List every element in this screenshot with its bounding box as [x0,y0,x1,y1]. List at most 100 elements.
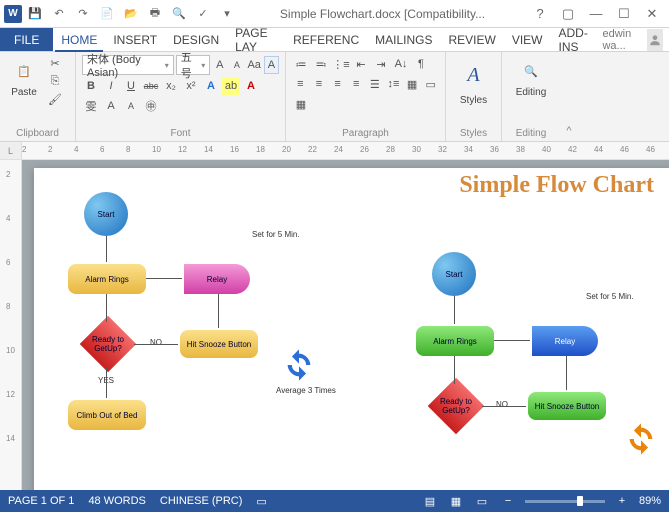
grow-font-button[interactable]: A [212,56,227,74]
help-button[interactable]: ? [527,3,553,25]
borders-button[interactable]: ▭ [422,75,439,93]
underline-button[interactable]: U [122,77,140,95]
line-spacing-button[interactable]: ↕≡ [385,75,402,93]
char-shading-button[interactable]: A [122,97,140,115]
quick-print-button[interactable]: 🖶 [144,3,166,25]
char-border-button[interactable]: A [102,97,120,115]
ribbon-tabs: FILE HOME INSERT DESIGN PAGE LAY REFEREN… [0,28,669,52]
ribbon-options-button[interactable]: ▢ [555,3,581,25]
tab-view[interactable]: VIEW [504,28,551,51]
collapse-ribbon-button[interactable]: ^ [560,52,578,141]
shading-button[interactable]: ▦ [404,75,421,93]
status-right: ▤ ▦ ▭ − + 89% [421,494,661,508]
shrink-font-button[interactable]: A [229,56,244,74]
paste-button[interactable]: 📋 Paste [6,55,42,100]
bold-button[interactable]: B [82,77,100,95]
tab-design[interactable]: DESIGN [165,28,227,51]
superscript-button[interactable]: x² [182,77,200,95]
language-status[interactable]: CHINESE (PRC) [160,495,243,507]
open-button[interactable]: 📂 [120,3,142,25]
clear-format-button[interactable]: A [264,56,279,74]
show-marks-button[interactable]: ¶ [412,55,430,73]
styles-button[interactable]: A Styles [452,55,495,108]
clipboard-icon: 📋 [10,57,38,85]
align-right-button[interactable]: ≡ [329,75,346,93]
distributed-button[interactable]: ☰ [367,75,384,93]
macro-icon[interactable]: ▭ [256,495,266,508]
redo-button[interactable]: ↷ [72,3,94,25]
bullets-button[interactable]: ≔ [292,55,310,73]
maximize-button[interactable]: ☐ [611,3,637,25]
document-area: 2468101214 Simple Flow Chart Start Alarm… [0,160,669,494]
enclose-button[interactable]: ㊥ [142,97,160,115]
qat-more-button[interactable]: ▾ [216,3,238,25]
strike-button[interactable]: abc [142,77,160,95]
text-effects-button[interactable]: A [202,77,220,95]
format-painter-button[interactable]: 🖌 [46,91,64,107]
zoom-thumb[interactable] [577,496,583,506]
tab-home[interactable]: HOME [53,28,105,51]
print-preview-button[interactable]: 🔍 [168,3,190,25]
minimize-button[interactable]: — [583,3,609,25]
web-layout-button[interactable]: ▭ [473,494,491,508]
account-area: edwin wa... [602,28,669,51]
save-button[interactable]: 💾 [24,3,46,25]
copy-button[interactable]: ⎘ [46,73,64,89]
avatar[interactable] [647,29,663,51]
window-controls: ? ▢ — ☐ ✕ [527,3,665,25]
ready-shape-left: Ready to GetUp? [80,316,137,373]
editing-group-label: Editing [508,126,554,139]
tab-insert[interactable]: INSERT [105,28,165,51]
cut-button[interactable]: ✂ [46,55,64,71]
font-name-combo[interactable]: 宋体 (Body Asian)▾ [82,55,174,75]
tab-file[interactable]: FILE [0,28,53,51]
close-button[interactable]: ✕ [639,3,665,25]
snap-grid-button[interactable]: ▦ [292,95,310,113]
alarm-shape-left: Alarm Rings [68,264,146,294]
tab-page-layout[interactable]: PAGE LAY [227,28,285,51]
font-color-button[interactable]: A [242,77,260,95]
read-mode-button[interactable]: ▤ [421,494,439,508]
align-justify-button[interactable]: ≡ [348,75,365,93]
tab-references[interactable]: REFERENC [285,28,367,51]
phonetic-button[interactable]: 雯 [82,97,100,115]
refresh-icon-right [624,422,658,456]
indent-inc-button[interactable]: ⇥ [372,55,390,73]
print-layout-button[interactable]: ▦ [447,494,465,508]
status-bar: PAGE 1 OF 1 48 WORDS CHINESE (PRC) ▭ ▤ ▦… [0,490,669,512]
zoom-out-button[interactable]: − [499,494,517,508]
zoom-level[interactable]: 89% [639,495,661,507]
zoom-slider[interactable] [525,500,605,503]
app-icon[interactable]: W [4,5,22,23]
align-center-button[interactable]: ≡ [311,75,328,93]
italic-button[interactable]: I [102,77,120,95]
indent-dec-button[interactable]: ⇤ [352,55,370,73]
styles-icon: A [454,57,494,93]
font-size-combo[interactable]: 五号▾ [176,55,211,75]
tab-mailings[interactable]: MAILINGS [367,28,440,51]
subscript-button[interactable]: x₂ [162,77,180,95]
numbering-button[interactable]: ≕ [312,55,330,73]
page-status[interactable]: PAGE 1 OF 1 [8,495,74,507]
align-left-button[interactable]: ≡ [292,75,309,93]
highlight-button[interactable]: ab [222,77,240,95]
new-button[interactable]: 📄 [96,3,118,25]
ruler-horizontal[interactable]: 2246810121416182022242628303234363840424… [22,142,669,159]
group-paragraph: ≔ ≕ ⋮≡ ⇤ ⇥ A↓ ¶ ≡ ≡ ≡ ≡ ☰ ↕≡ ▦ ▭ ▦ P [286,52,446,141]
editing-button[interactable]: 🔍 Editing [508,55,554,100]
tab-review[interactable]: REVIEW [441,28,504,51]
ready-shape-right: Ready to GetUp? [428,378,485,435]
ruler-corner: L [0,142,22,159]
document-viewport[interactable]: Simple Flow Chart Start Alarm Rings Rela… [22,160,669,494]
change-case-button[interactable]: Aa [246,56,261,74]
user-name[interactable]: edwin wa... [602,28,641,52]
multilist-button[interactable]: ⋮≡ [332,55,350,73]
spell-check-button[interactable]: ✓ [192,3,214,25]
no-label-right: NO [496,400,508,409]
tab-addins[interactable]: ADD-INS [551,28,603,51]
sort-button[interactable]: A↓ [392,55,410,73]
word-count[interactable]: 48 WORDS [88,495,145,507]
ruler-vertical[interactable]: 2468101214 [0,160,22,494]
zoom-in-button[interactable]: + [613,494,631,508]
undo-button[interactable]: ↶ [48,3,70,25]
